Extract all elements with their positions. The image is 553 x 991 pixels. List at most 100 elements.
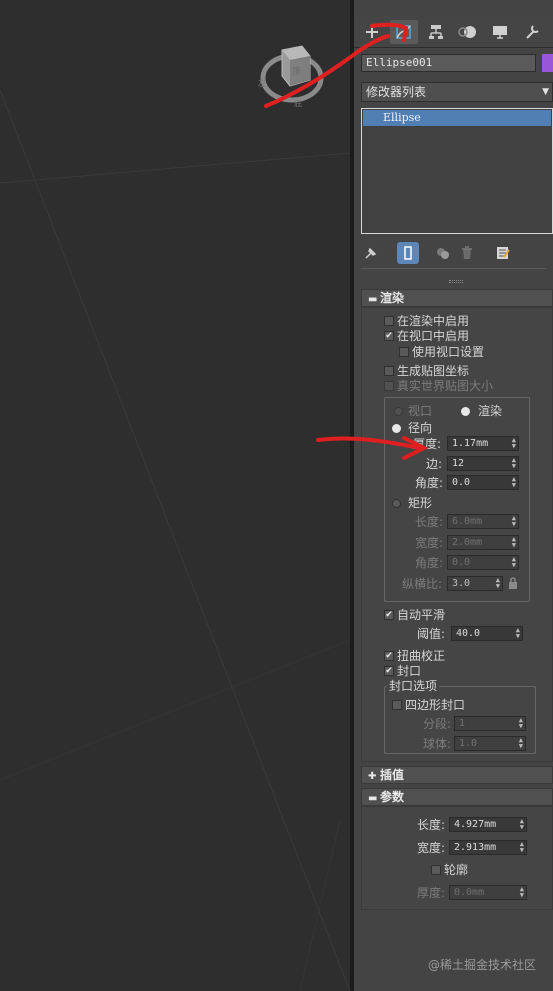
quad-cap-checkbox[interactable] <box>392 700 402 710</box>
grid-line-diagonal <box>0 89 350 991</box>
rollout-rendering-header[interactable]: ▬ 渲染 <box>361 289 553 307</box>
quad-cap-label: 四边形封口 <box>405 698 466 712</box>
aspect-lock-button[interactable] <box>508 577 518 590</box>
object-name-field[interactable]: Ellipse001 <box>361 54 536 72</box>
create-plus-icon <box>366 26 378 38</box>
param-thickness-spinner[interactable]: 0.0mm ▲ ▼ <box>449 885 527 900</box>
tab-create[interactable] <box>358 20 386 44</box>
viewcube[interactable]: 顶 左 底 <box>256 40 328 112</box>
rollout-parameters-header[interactable]: ▬ 参数 <box>361 788 553 806</box>
spinner-arrows-icon: ▲ ▼ <box>495 576 500 590</box>
enable-in-renderer-checkbox[interactable] <box>384 316 394 326</box>
tab-motion[interactable] <box>454 20 482 44</box>
grid-line-corner <box>299 819 341 991</box>
aspect-label: 纵横比: <box>402 577 443 591</box>
stack-toolbar <box>354 240 553 266</box>
use-viewport-settings-checkbox[interactable] <box>399 347 409 357</box>
command-panel: Ellipse001 修改器列表 ▼ Ellipse ▬渲染 在渲染中启用 ✔ <box>354 0 553 991</box>
tab-modify[interactable] <box>390 20 418 44</box>
generate-mapping-label: 生成贴图坐标 <box>397 364 470 378</box>
rollout-parameters-body: 长度: 4.927mm ▲ ▼ 宽度: 2.913mm ▲ ▼ 轮廓 厚度: 0.0mm… <box>361 806 553 910</box>
make-unique-button[interactable] <box>432 242 454 264</box>
pin-stack-button[interactable] <box>360 242 382 264</box>
angle-value: 0.0 <box>452 477 471 488</box>
sides-spinner[interactable]: 12 ▲ ▼ <box>447 456 519 471</box>
pin-icon <box>365 247 377 259</box>
param-width-label: 宽度: <box>417 841 446 855</box>
spinner-arrows-icon: ▲ ▼ <box>519 885 524 899</box>
rect-length-spinner[interactable]: 6.0mm ▲ ▼ <box>447 514 519 529</box>
rect-width-spinner[interactable]: 2.0mm ▲ ▼ <box>447 535 519 550</box>
param-width-value: 2.913mm <box>454 842 497 853</box>
viewcube-face-bottom: 底 <box>294 99 302 108</box>
rectangular-radio[interactable] <box>392 499 401 508</box>
thickness-value: 1.17mm <box>452 438 489 449</box>
expand-plus-icon: ✚ <box>368 771 377 782</box>
sides-label: 边: <box>426 457 443 471</box>
modifier-stack[interactable]: Ellipse <box>361 108 553 234</box>
spinner-arrows-icon: ▲ ▼ <box>511 475 516 489</box>
twist-correction-checkbox[interactable]: ✔ <box>384 651 394 661</box>
real-world-map-size-checkbox[interactable] <box>384 381 394 391</box>
spinner-arrows-icon: ▲ ▼ <box>511 436 516 450</box>
spinner-arrows-icon: ▲ ▼ <box>518 716 523 730</box>
spinner-arrows-icon: ▲ ▼ <box>519 817 524 831</box>
perspective-viewport[interactable]: 顶 左 底 <box>0 0 350 991</box>
enable-in-renderer-label: 在渲染中启用 <box>397 314 470 328</box>
radial-radio[interactable] <box>392 424 401 433</box>
configure-modifier-sets-button[interactable] <box>492 242 514 264</box>
tab-utilities[interactable] <box>518 20 546 44</box>
sphere-label: 球体: <box>423 737 452 751</box>
show-end-result-icon <box>404 246 412 260</box>
panel-scroll-grip[interactable] <box>449 280 463 283</box>
renderer-radio[interactable] <box>461 407 470 416</box>
rollout-rendering-title: 渲染 <box>380 291 405 305</box>
spinner-arrows-icon: ▲ ▼ <box>519 840 524 854</box>
real-world-map-size-label: 真实世界贴图大小 <box>397 379 494 393</box>
enable-in-viewport-checkbox[interactable]: ✔ <box>384 331 394 341</box>
rollout-parameters-title: 参数 <box>380 790 405 804</box>
viewport-radio[interactable] <box>394 407 403 416</box>
segments-label: 分段: <box>423 717 452 731</box>
cap-options-label: 封口选项 <box>387 679 440 693</box>
generate-mapping-checkbox[interactable] <box>384 366 394 376</box>
segments-spinner[interactable]: 1 ▲ ▼ <box>454 716 526 731</box>
use-viewport-settings-label: 使用视口设置 <box>412 345 485 359</box>
spinner-arrows-icon: ▲ ▼ <box>511 555 516 569</box>
radial-label: 径向 <box>408 421 433 435</box>
angle-spinner[interactable]: 0.0 ▲ ▼ <box>447 475 519 490</box>
param-thickness-label: 厚度: <box>417 886 446 900</box>
threshold-spinner[interactable]: 40.0 ▲ ▼ <box>451 626 523 641</box>
cap-label: 封口 <box>397 664 422 678</box>
collapse-minus-icon: ▬ <box>368 793 378 804</box>
rect-angle-value: 0.0 <box>452 557 471 568</box>
threshold-label: 阈值: <box>417 627 446 641</box>
viewcube-face-left: 左 <box>258 79 266 88</box>
object-color-swatch[interactable] <box>542 54 553 72</box>
remove-modifier-button[interactable] <box>456 242 478 264</box>
tab-display[interactable] <box>486 20 514 44</box>
auto-smooth-checkbox[interactable]: ✔ <box>384 610 394 620</box>
param-width-spinner[interactable]: 2.913mm ▲ ▼ <box>449 840 527 855</box>
viewport-grid <box>0 89 350 991</box>
display-monitor-icon <box>493 26 507 39</box>
collapse-minus-icon: ▬ <box>368 294 378 305</box>
cap-checkbox[interactable]: ✔ <box>384 666 394 676</box>
modifier-list-dropdown[interactable]: 修改器列表 ▼ <box>361 82 553 102</box>
aspect-value: 3.0 <box>452 578 471 589</box>
thickness-spinner[interactable]: 1.17mm ▲ ▼ <box>447 436 519 451</box>
param-length-spinner[interactable]: 4.927mm ▲ ▼ <box>449 817 527 832</box>
rect-angle-spinner[interactable]: 0.0 ▲ ▼ <box>447 555 519 570</box>
show-end-result-button[interactable] <box>397 242 419 264</box>
param-thickness-value: 0.0mm <box>454 887 485 898</box>
modifier-stack-item[interactable]: Ellipse <box>363 110 551 126</box>
rollout-interpolation-header[interactable]: ✚ 插值 <box>361 766 553 784</box>
lock-icon <box>509 577 517 589</box>
sphere-spinner[interactable]: 1.0 ▲ ▼ <box>454 736 526 751</box>
rollout-interpolation-title: 插值 <box>380 768 405 782</box>
outline-checkbox[interactable] <box>431 865 441 875</box>
tab-hierarchy[interactable] <box>422 20 450 44</box>
aspect-spinner[interactable]: 3.0 ▲ ▼ <box>447 576 503 591</box>
auto-smooth-label: 自动平滑 <box>397 608 446 622</box>
spinner-arrows-icon: ▲ ▼ <box>511 514 516 528</box>
